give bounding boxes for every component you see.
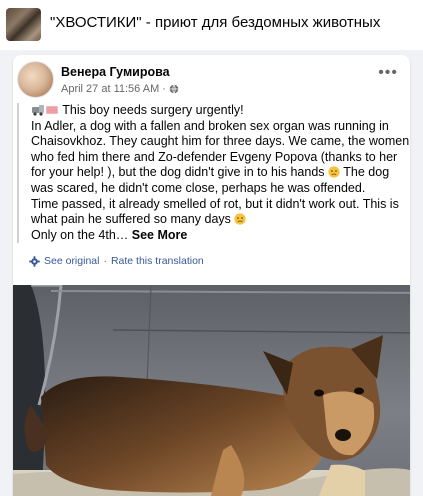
- post-photo[interactable]: [13, 285, 410, 496]
- gear-icon: [29, 255, 40, 267]
- globe-icon[interactable]: [169, 84, 179, 94]
- line-5-wrap: for your help! ), but the dog didn't giv…: [31, 165, 405, 181]
- post-date[interactable]: April 27 at 11:56 AM: [61, 83, 159, 95]
- line-5-tail: The dog: [343, 165, 390, 180]
- post-card: Венера Гумирова April 27 at 11:56 AM · •…: [13, 55, 410, 496]
- text-line: This boy needs surgery urgently!: [31, 103, 405, 119]
- translation-separator: ·: [103, 255, 107, 267]
- translation-bar: See original · Rate this translation: [29, 255, 204, 267]
- line-6: was scared, he didn't come close, perhap…: [31, 180, 366, 195]
- line-7: Time passed, it already smelled of rot, …: [31, 196, 399, 211]
- sad-face-icon: [234, 213, 246, 225]
- author-name[interactable]: Венера Гумирова: [61, 65, 170, 79]
- group-avatar[interactable]: [6, 8, 41, 41]
- line-8: what pain he suffered so many days: [31, 212, 231, 227]
- more-options-icon[interactable]: •••: [378, 65, 398, 81]
- meta-separator: ·: [162, 83, 166, 95]
- see-original-link[interactable]: See original: [44, 255, 99, 267]
- line-4: who fed him there and Zo-defender Evgeny…: [31, 149, 398, 164]
- ambulance-emoji-icon: [32, 105, 58, 116]
- post-meta: April 27 at 11:56 AM ·: [61, 83, 179, 95]
- line-9-wrap: Only on the 4th… See More: [31, 228, 405, 244]
- line-8-wrap: what pain he suffered so many days: [31, 212, 405, 228]
- line-9: Only on the 4th…: [31, 227, 129, 242]
- line-5: for your help! ), but the dog didn't giv…: [31, 165, 325, 180]
- group-header: "ХВОСТИКИ" - приют для бездомных животны…: [0, 0, 423, 50]
- rate-translation-link[interactable]: Rate this translation: [111, 255, 204, 267]
- sad-face-icon: [328, 166, 340, 178]
- dog-photo-image: [13, 285, 410, 496]
- see-more-link[interactable]: See More: [132, 228, 188, 242]
- translated-text: This boy needs surgery urgently! In Adle…: [17, 103, 410, 244]
- line-1: This boy needs surgery urgently!: [62, 103, 244, 117]
- group-name[interactable]: "ХВОСТИКИ" - приют для бездомных животны…: [50, 14, 380, 31]
- line-2: In Adler, a dog with a fallen and broken…: [31, 118, 389, 133]
- author-avatar[interactable]: [17, 61, 54, 98]
- line-3: Chaisovkhoz. They caught him for three d…: [31, 134, 410, 149]
